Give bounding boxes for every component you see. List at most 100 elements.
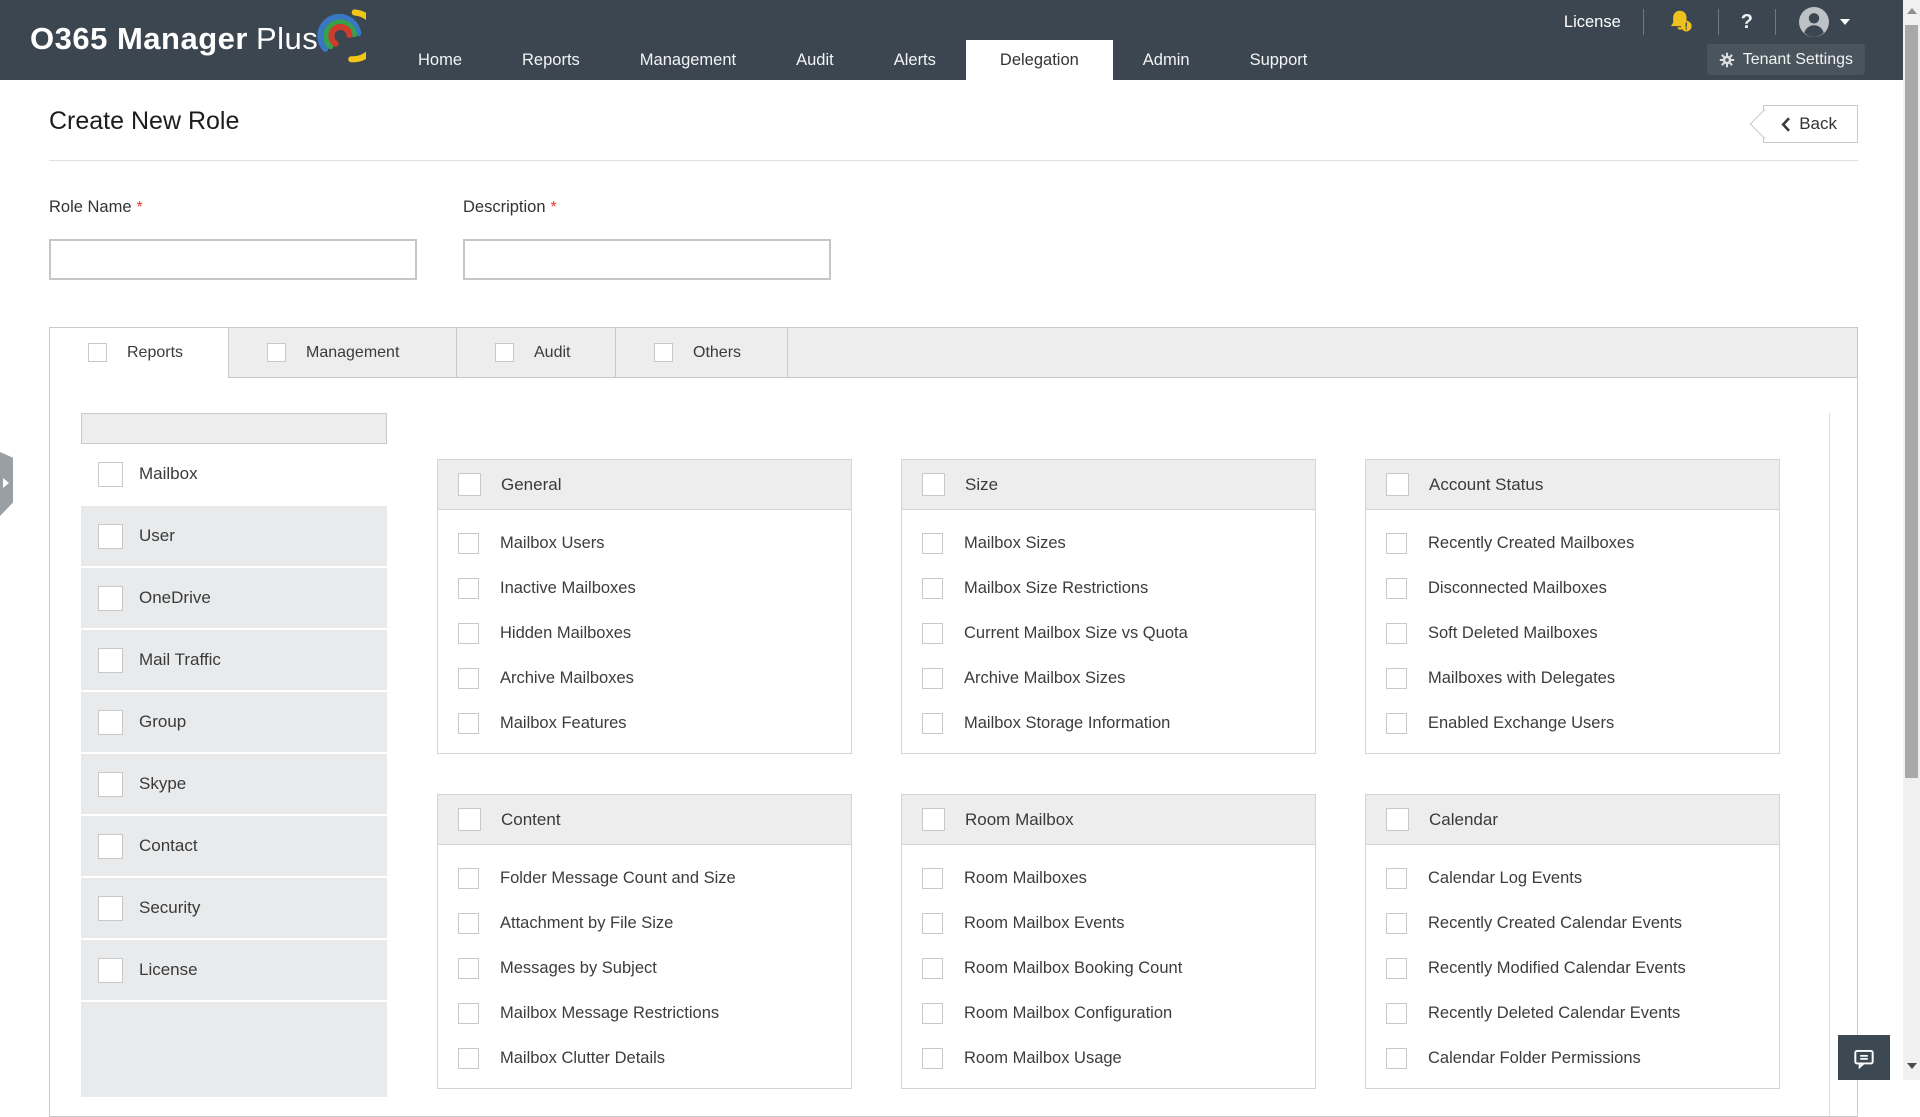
report-item-checkbox[interactable] — [458, 868, 479, 889]
card-room-mailbox-header[interactable]: Room Mailbox — [902, 795, 1315, 845]
report-item-checkbox[interactable] — [458, 913, 479, 934]
scroll-down-button[interactable] — [1903, 1055, 1920, 1077]
card-size-checkbox[interactable] — [922, 473, 945, 496]
report-item-checkbox[interactable] — [922, 713, 943, 734]
report-item[interactable]: Recently Modified Calendar Events — [1366, 946, 1779, 991]
report-item[interactable]: Room Mailbox Usage — [902, 1036, 1315, 1081]
report-item-checkbox[interactable] — [1386, 668, 1407, 689]
report-item[interactable]: Archive Mailbox Sizes — [902, 656, 1315, 701]
report-item-checkbox[interactable] — [1386, 868, 1407, 889]
report-item[interactable]: Soft Deleted Mailboxes — [1366, 611, 1779, 656]
report-item[interactable]: Hidden Mailboxes — [438, 611, 851, 656]
report-item-checkbox[interactable] — [1386, 623, 1407, 644]
nav-link-reports[interactable]: Reports — [492, 40, 610, 80]
report-item[interactable]: Room Mailbox Booking Count — [902, 946, 1315, 991]
report-item-checkbox[interactable] — [1386, 578, 1407, 599]
report-item-checkbox[interactable] — [922, 868, 943, 889]
report-item[interactable]: Mailbox Users — [438, 521, 851, 566]
report-item-checkbox[interactable] — [922, 623, 943, 644]
tab-audit-checkbox[interactable] — [495, 343, 514, 362]
back-button[interactable]: Back — [1763, 105, 1858, 143]
tab-reports-checkbox[interactable] — [88, 343, 107, 362]
card-general-checkbox[interactable] — [458, 473, 481, 496]
report-item[interactable]: Room Mailbox Configuration — [902, 991, 1315, 1036]
license-link[interactable]: License — [1542, 5, 1643, 39]
report-item[interactable]: Recently Deleted Calendar Events — [1366, 991, 1779, 1036]
sidebar-contact-checkbox[interactable] — [98, 834, 123, 859]
sidebar-item-security[interactable]: Security — [81, 878, 387, 940]
sidebar-item-license[interactable]: License — [81, 940, 387, 1002]
card-size-header[interactable]: Size — [902, 460, 1315, 510]
report-item-checkbox[interactable] — [1386, 1048, 1407, 1069]
nav-link-support[interactable]: Support — [1220, 40, 1338, 80]
sidebar-user-checkbox[interactable] — [98, 524, 123, 549]
report-item-checkbox[interactable] — [458, 958, 479, 979]
report-item[interactable]: Mailbox Sizes — [902, 521, 1315, 566]
report-item[interactable]: Disconnected Mailboxes — [1366, 566, 1779, 611]
report-item[interactable]: Messages by Subject — [438, 946, 851, 991]
feedback-chat-button[interactable] — [1838, 1035, 1890, 1080]
tenant-settings-button[interactable]: Tenant Settings — [1707, 44, 1865, 75]
tab-audit[interactable]: Audit — [457, 328, 616, 377]
report-item-checkbox[interactable] — [922, 913, 943, 934]
report-item[interactable]: Folder Message Count and Size — [438, 856, 851, 901]
card-account-status-header[interactable]: Account Status — [1366, 460, 1779, 510]
report-item-checkbox[interactable] — [458, 578, 479, 599]
account-menu[interactable] — [1776, 5, 1872, 39]
report-item-checkbox[interactable] — [922, 578, 943, 599]
card-content-header[interactable]: Content — [438, 795, 851, 845]
report-item-checkbox[interactable] — [922, 533, 943, 554]
report-item[interactable]: Current Mailbox Size vs Quota — [902, 611, 1315, 656]
tab-management-checkbox[interactable] — [267, 343, 286, 362]
card-account-status-checkbox[interactable] — [1386, 473, 1409, 496]
sidebar-onedrive-checkbox[interactable] — [98, 586, 123, 611]
help-button[interactable]: ? — [1719, 5, 1775, 39]
sidebar-item-contact[interactable]: Contact — [81, 816, 387, 878]
report-item-checkbox[interactable] — [458, 1048, 479, 1069]
sidebar-security-checkbox[interactable] — [98, 896, 123, 921]
notifications-button[interactable]: ! — [1644, 5, 1718, 39]
report-item[interactable]: Mailbox Size Restrictions — [902, 566, 1315, 611]
report-item-checkbox[interactable] — [922, 1003, 943, 1024]
report-item-checkbox[interactable] — [458, 533, 479, 554]
sidebar-item-onedrive[interactable]: OneDrive — [81, 568, 387, 630]
tab-reports[interactable]: Reports — [50, 328, 229, 377]
sidebar-group-checkbox[interactable] — [98, 710, 123, 735]
sidebar-item-skype[interactable]: Skype — [81, 754, 387, 816]
card-room-mailbox-checkbox[interactable] — [922, 808, 945, 831]
report-item-checkbox[interactable] — [458, 623, 479, 644]
report-item-checkbox[interactable] — [922, 1048, 943, 1069]
nav-link-management[interactable]: Management — [610, 40, 766, 80]
report-item[interactable]: Mailbox Message Restrictions — [438, 991, 851, 1036]
scrollbar-thumb[interactable] — [1905, 25, 1918, 778]
nav-link-alerts[interactable]: Alerts — [864, 40, 966, 80]
sidebar-item-group[interactable]: Group — [81, 692, 387, 754]
page-scrollbar[interactable] — [1903, 0, 1920, 1080]
report-item-checkbox[interactable] — [458, 668, 479, 689]
report-item-checkbox[interactable] — [458, 713, 479, 734]
report-item-checkbox[interactable] — [922, 668, 943, 689]
report-item-checkbox[interactable] — [1386, 1003, 1407, 1024]
report-item[interactable]: Calendar Folder Permissions — [1366, 1036, 1779, 1081]
role-name-input[interactable] — [49, 239, 417, 280]
report-item-checkbox[interactable] — [1386, 533, 1407, 554]
report-item[interactable]: Room Mailbox Events — [902, 901, 1315, 946]
card-general-header[interactable]: General — [438, 460, 851, 510]
report-item[interactable]: Attachment by File Size — [438, 901, 851, 946]
sidebar-skype-checkbox[interactable] — [98, 772, 123, 797]
report-item[interactable]: Mailbox Clutter Details — [438, 1036, 851, 1081]
report-item-checkbox[interactable] — [458, 1003, 479, 1024]
nav-link-delegation[interactable]: Delegation — [966, 40, 1113, 80]
report-item-checkbox[interactable] — [922, 958, 943, 979]
report-item[interactable]: Inactive Mailboxes — [438, 566, 851, 611]
scroll-up-button[interactable] — [1903, 0, 1920, 22]
report-item-checkbox[interactable] — [1386, 958, 1407, 979]
sidebar-item-user[interactable]: User — [81, 506, 387, 568]
card-calendar-checkbox[interactable] — [1386, 808, 1409, 831]
description-input[interactable] — [463, 239, 831, 280]
nav-link-home[interactable]: Home — [388, 40, 492, 80]
report-item[interactable]: Room Mailboxes — [902, 856, 1315, 901]
report-item[interactable]: Mailbox Features — [438, 701, 851, 746]
report-item[interactable]: Mailboxes with Delegates — [1366, 656, 1779, 701]
report-item-checkbox[interactable] — [1386, 913, 1407, 934]
